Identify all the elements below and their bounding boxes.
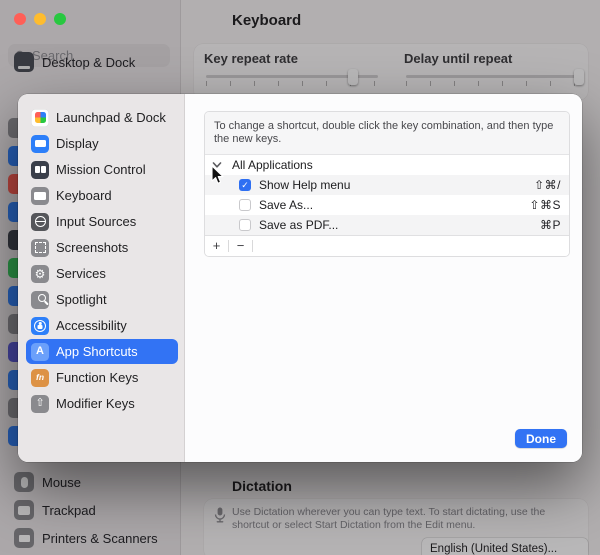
screenshots-icon — [31, 239, 49, 257]
shortcut-row[interactable]: Save As... ⇧⌘S — [205, 195, 569, 215]
sheet-sidebar-item-label: App Shortcuts — [56, 344, 138, 359]
shortcut-keys: ⌘P — [540, 218, 561, 232]
sheet-sidebar-item-spotlight[interactable]: Spotlight — [26, 287, 178, 312]
sheet-sidebar-item-label: Modifier Keys — [56, 396, 135, 411]
mission-icon — [31, 161, 49, 179]
sheet-sidebar-item-launchpad-dock[interactable]: Launchpad & Dock — [26, 105, 178, 130]
shortcut-keys: ⇧⌘/ — [534, 178, 561, 192]
spotlight-icon — [31, 291, 49, 309]
instructions-text: To change a shortcut, double click the k… — [205, 112, 569, 155]
shortcut-label: All Applications — [232, 158, 313, 172]
sheet-sidebar-item-app-shortcuts[interactable]: A App Shortcuts — [26, 339, 178, 364]
services-icon: ⚙ — [31, 265, 49, 283]
sheet-sidebar-item-modifier-keys[interactable]: ⇧ Modifier Keys — [26, 391, 178, 416]
sheet-sidebar-item-label: Launchpad & Dock — [56, 110, 166, 125]
add-shortcut-button[interactable]: + — [205, 236, 228, 256]
done-button[interactable]: Done — [515, 429, 567, 448]
shortcut-checkbox[interactable]: ✓ — [239, 179, 251, 191]
sheet-sidebar-item-display[interactable]: Display — [26, 131, 178, 156]
shortcut-group-row[interactable]: All Applications — [205, 155, 569, 175]
system-settings-screen: Search Desktop & Dock Mouse Trackpad Pri… — [0, 0, 600, 555]
accessibility-icon — [31, 317, 49, 335]
shortcut-row[interactable]: Save as PDF... ⌘P — [205, 215, 569, 235]
launchpad-icon — [31, 109, 49, 127]
shortcuts-panel: To change a shortcut, double click the k… — [204, 111, 570, 257]
sheet-sidebar-item-label: Spotlight — [56, 292, 107, 307]
sheet-sidebar-item-label: Input Sources — [56, 214, 136, 229]
sheet-sidebar-item-function-keys[interactable]: fn Function Keys — [26, 365, 178, 390]
sheet-sidebar-item-services[interactable]: ⚙ Services — [26, 261, 178, 286]
shortcut-label: Save as PDF... — [259, 218, 338, 232]
app-shortcuts-icon: A — [31, 343, 49, 361]
shortcut-keys: ⇧⌘S — [529, 198, 561, 212]
sheet-sidebar-item-input-sources[interactable]: Input Sources — [26, 209, 178, 234]
sheet-sidebar-item-label: Accessibility — [56, 318, 127, 333]
shortcut-label: Show Help menu — [259, 178, 350, 192]
shortcut-checkbox[interactable] — [239, 199, 251, 211]
sheet-sidebar-item-label: Keyboard — [56, 188, 112, 203]
sheet-sidebar-item-accessibility[interactable]: Accessibility — [26, 313, 178, 338]
shortcut-label: Save As... — [259, 198, 313, 212]
sheet-sidebar-item-label: Mission Control — [56, 162, 146, 177]
remove-shortcut-button[interactable]: − — [229, 236, 252, 256]
app-shortcuts-sheet: Launchpad & Dock Display Mission Control Ke… — [18, 94, 582, 462]
sheet-sidebar-item-label: Screenshots — [56, 240, 128, 255]
sheet-sidebar-item-keyboard[interactable]: Keyboard — [26, 183, 178, 208]
modifier-keys-icon: ⇧ — [31, 395, 49, 413]
sheet-sidebar-item-label: Display — [56, 136, 99, 151]
window-controls — [14, 13, 66, 25]
sheet-content: To change a shortcut, double click the k… — [185, 94, 582, 462]
keyboard-icon — [31, 187, 49, 205]
sheet-sidebar-item-screenshots[interactable]: Screenshots — [26, 235, 178, 260]
mouse-cursor — [210, 165, 224, 185]
zoom-button[interactable] — [54, 13, 66, 25]
close-button[interactable] — [14, 13, 26, 25]
display-icon — [31, 135, 49, 153]
minimize-button[interactable] — [34, 13, 46, 25]
shortcut-checkbox[interactable] — [239, 219, 251, 231]
sheet-sidebar-item-mission-control[interactable]: Mission Control — [26, 157, 178, 182]
sheet-sidebar: Launchpad & Dock Display Mission Control Ke… — [18, 94, 185, 462]
shortcut-table: All Applications ✓ Show Help menu ⇧⌘/ Save A… — [205, 155, 569, 235]
input-icon — [31, 213, 49, 231]
sheet-sidebar-item-label: Function Keys — [56, 370, 138, 385]
sheet-sidebar-item-label: Services — [56, 266, 106, 281]
function-keys-icon: fn — [31, 369, 49, 387]
footer-divider — [252, 240, 253, 252]
table-footer: + − — [205, 235, 569, 256]
shortcut-row[interactable]: ✓ Show Help menu ⇧⌘/ — [205, 175, 569, 195]
